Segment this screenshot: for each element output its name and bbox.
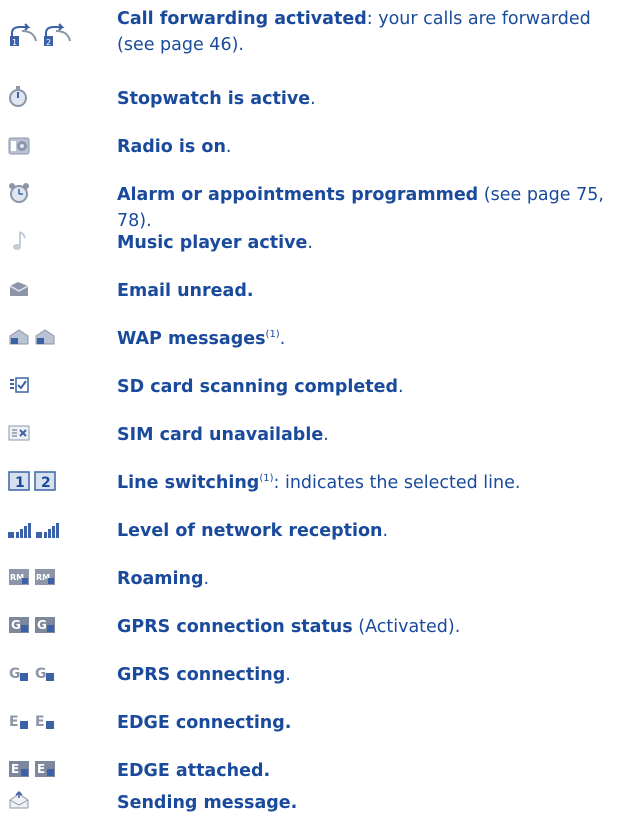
sd-scan-complete-icon (8, 374, 30, 396)
roaming-line1-icon: RM (8, 566, 30, 588)
legend-text: Alarm or appointments programmed (see pa… (117, 182, 617, 234)
legend-term: Stopwatch is active (117, 89, 311, 109)
gprs-status-line1-icon: G (8, 614, 30, 636)
stopwatch-icon (8, 86, 28, 108)
legend-text: SIM card unavailable. (117, 422, 617, 448)
legend-description: . (323, 425, 329, 445)
gprs-connecting-line2-icon: G (34, 662, 56, 684)
legend-description: : indicates the selected line. (273, 473, 521, 493)
legend-description: . (310, 89, 316, 109)
status-icon-legend: 1 2 Call forwarding activated: your call… (0, 0, 624, 816)
legend-term: GPRS connection status (117, 617, 353, 637)
svg-text:E: E (37, 762, 45, 776)
legend-text: SD card scanning completed. (117, 374, 617, 400)
svg-text:2: 2 (41, 475, 51, 491)
legend-term: EDGE connecting. (117, 713, 292, 733)
legend-description: . (382, 521, 389, 541)
sim-unavailable-icon (8, 422, 30, 444)
legend-term: Sending message. (117, 793, 298, 813)
legend-text: WAP messages(1). (117, 326, 617, 352)
legend-term: Music player active (117, 233, 308, 253)
signal-line1-icon (8, 518, 34, 540)
legend-term: EDGE attached. (117, 761, 271, 781)
legend-description: . (203, 569, 210, 589)
legend-text: Roaming. (117, 566, 617, 592)
legend-term: Roaming (117, 569, 204, 589)
svg-text:E: E (9, 714, 19, 730)
legend-description: (Activated). (352, 617, 461, 637)
email-icon (8, 278, 30, 300)
sending-message-icon (8, 790, 30, 812)
alarm-clock-icon (8, 182, 30, 204)
legend-text: Email unread. (117, 278, 617, 304)
legend-term: Call forwarding activated (117, 9, 367, 29)
legend-text: GPRS connection status (Activated). (117, 614, 617, 640)
svg-text:2: 2 (46, 38, 51, 47)
legend-description-line2: (see page 46). (117, 35, 244, 55)
wap-message-icon (34, 326, 56, 348)
svg-text:1: 1 (15, 475, 25, 491)
radio-icon (8, 134, 30, 156)
legend-term: GPRS connecting (117, 665, 286, 685)
line-1-icon: 1 (8, 470, 30, 492)
legend-term: Alarm or appointments programmed (117, 185, 479, 205)
svg-text:E: E (35, 714, 45, 730)
legend-text: Sending message. (117, 790, 617, 816)
footnote-marker: (1) (259, 473, 274, 485)
svg-text:1: 1 (12, 38, 17, 47)
legend-text: Line switching(1): indicates the selecte… (117, 470, 617, 496)
line-2-icon: 2 (34, 470, 56, 492)
edge-attached-line1-icon: E (8, 758, 30, 780)
legend-text: Radio is on. (117, 134, 617, 160)
svg-text:G: G (35, 666, 47, 682)
legend-text: EDGE attached. (117, 758, 617, 784)
legend-text: Level of network reception. (117, 518, 617, 544)
legend-description: . (307, 233, 313, 253)
svg-text:G: G (37, 618, 47, 632)
legend-text: Call forwarding activated: your calls ar… (117, 6, 617, 58)
legend-description: . (225, 137, 232, 157)
legend-term: Level of network reception (117, 521, 383, 541)
edge-connecting-line1-icon: E (8, 710, 30, 732)
edge-connecting-line2-icon: E (34, 710, 56, 732)
roaming-line2-icon: RM (34, 566, 56, 588)
legend-term: WAP messages (117, 329, 266, 349)
legend-description: : your calls are forwarded (366, 9, 591, 29)
legend-term: SIM card unavailable (117, 425, 324, 445)
legend-text: EDGE connecting. (117, 710, 617, 736)
svg-text:G: G (11, 618, 21, 632)
gprs-connecting-line1-icon: G (8, 662, 30, 684)
call-forward-line2-icon: 2 (42, 23, 72, 47)
edge-attached-line2-icon: E (34, 758, 56, 780)
legend-description: . (279, 329, 286, 349)
svg-text:G: G (9, 666, 21, 682)
legend-text: Music player active. (117, 230, 617, 256)
legend-term: Line switching (117, 473, 260, 493)
svg-text:E: E (11, 762, 19, 776)
legend-description: . (285, 665, 291, 685)
signal-line2-icon (36, 518, 62, 540)
legend-description: . (398, 377, 404, 397)
legend-term: Radio is on (117, 137, 226, 157)
gprs-status-line2-icon: G (34, 614, 56, 636)
wap-message-icon (8, 326, 30, 348)
legend-term: Email unread. (117, 281, 254, 301)
music-note-icon (8, 230, 28, 252)
legend-text: GPRS connecting. (117, 662, 617, 688)
footnote-marker: (1) (265, 329, 280, 341)
legend-text: Stopwatch is active. (117, 86, 617, 112)
call-forward-line1-icon: 1 (8, 23, 38, 47)
legend-term: SD card scanning completed (117, 377, 399, 397)
